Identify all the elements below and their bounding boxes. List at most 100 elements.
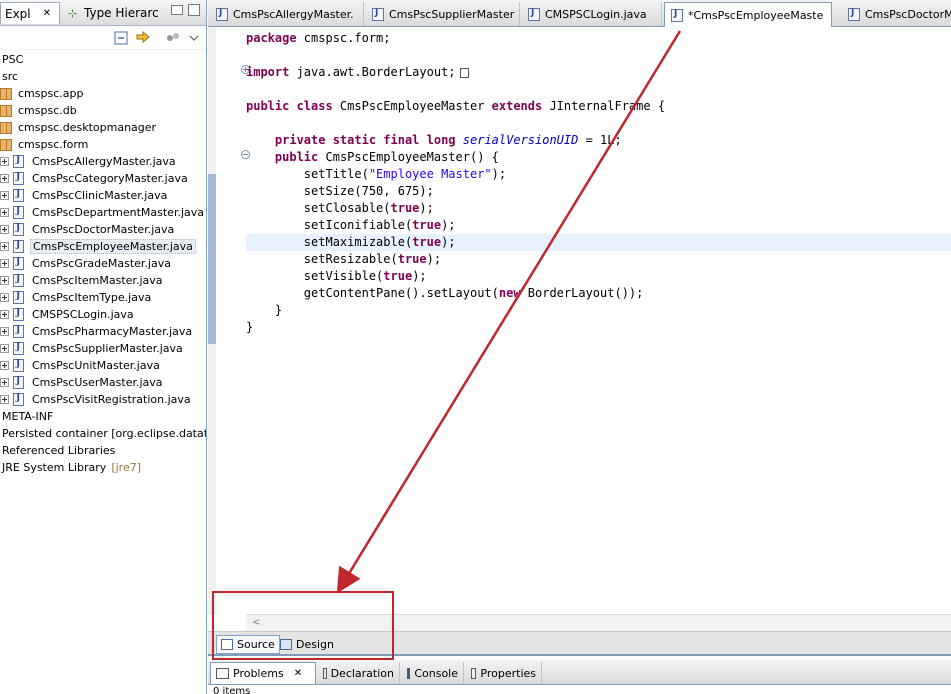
- expand-icon[interactable]: [0, 327, 9, 336]
- expand-icon[interactable]: [0, 174, 9, 183]
- tree-item-package[interactable]: cmspsc.form: [0, 136, 90, 153]
- tree-item-label: CmsPscEmployeeMaster.java: [30, 239, 196, 254]
- tree-item-label: CmsPscAllergyMaster.java: [32, 155, 176, 168]
- java-file-icon: [13, 359, 24, 372]
- java-form-icon: [848, 7, 860, 21]
- tree-item-package[interactable]: cmspsc.app: [0, 85, 85, 102]
- tree-item-package[interactable]: cmspsc.desktopmanager: [0, 119, 158, 136]
- expand-icon[interactable]: [0, 395, 9, 404]
- tab-console[interactable]: Console: [402, 662, 464, 684]
- minimize-icon[interactable]: [171, 5, 183, 15]
- java-form-icon: [528, 7, 540, 21]
- tree-item-jre-library[interactable]: JRE System Library [jre7]: [0, 459, 141, 476]
- tab-allergy-master[interactable]: CmsPscAllergyMaster.: [210, 2, 364, 26]
- tree-item-persisted-container[interactable]: Persisted container [org.eclipse.datatoo…: [0, 425, 206, 442]
- expand-icon[interactable]: [0, 361, 9, 370]
- code-line: setClosable(true);: [303, 201, 434, 215]
- bottom-views: Problems ✕ Declaration Console Properties…: [208, 660, 951, 694]
- tree-item-label: cmspsc.db: [18, 104, 77, 117]
- console-icon: [407, 667, 411, 679]
- tree-item-label: CmsPscItemMaster.java: [32, 274, 163, 287]
- expand-icon[interactable]: [0, 157, 9, 166]
- tab-problems[interactable]: Problems ✕: [210, 662, 316, 684]
- link-with-editor-icon[interactable]: [135, 30, 151, 46]
- tree-item-label: CmsPscPharmacyMaster.java: [32, 325, 193, 338]
- java-file-icon: [13, 376, 24, 389]
- tree-item-java-file[interactable]: CMSPSCLogin.java: [0, 306, 136, 323]
- tree-item-java-file[interactable]: CmsPscUnitMaster.java: [0, 357, 162, 374]
- close-icon[interactable]: ✕: [294, 668, 302, 679]
- code-line: setVisible(true);: [303, 269, 427, 283]
- tree-item-package[interactable]: cmspsc.db: [0, 102, 79, 119]
- expand-icon[interactable]: [0, 344, 9, 353]
- tree-item-referenced-libraries[interactable]: Referenced Libraries: [0, 442, 117, 459]
- tab-cmspsc-login[interactable]: CMSPSCLogin.java: [522, 2, 662, 26]
- hierarchy-icon: ⊹: [68, 7, 78, 20]
- tree-item-label: cmspsc.desktopmanager: [18, 121, 157, 134]
- tree-item-java-file[interactable]: CmsPscDoctorMaster.java: [0, 221, 176, 238]
- expand-icon[interactable]: [0, 242, 9, 251]
- java-file-icon: [13, 257, 24, 270]
- tab-doctor-master[interactable]: CmsPscDoctorMa: [842, 2, 951, 26]
- view-menu-filter-icon[interactable]: [165, 30, 181, 46]
- tree-item-java-file[interactable]: CmsPscClinicMaster.java: [0, 187, 169, 204]
- tab-type-hierarchy[interactable]: ⊹ Type Hierarc: [64, 2, 164, 24]
- code-line: }: [246, 320, 254, 334]
- tree-item-java-file[interactable]: CmsPscUserMaster.java: [0, 374, 165, 391]
- expand-icon[interactable]: [0, 293, 9, 302]
- tree-item-java-file[interactable]: CmsPscSupplierMaster.java: [0, 340, 185, 357]
- tree-item-java-file[interactable]: CmsPscAllergyMaster.java: [0, 153, 178, 170]
- tree-item-src[interactable]: src: [0, 68, 20, 85]
- tree-item-meta-inf[interactable]: META-INF: [0, 408, 55, 425]
- code-line: import java.awt.BorderLayout;: [246, 64, 951, 81]
- java-file-icon: [13, 206, 24, 219]
- tab-package-explorer[interactable]: Expl ✕: [0, 2, 60, 24]
- expand-icon[interactable]: [0, 378, 9, 387]
- tree-item-label: cmspsc.form: [18, 138, 89, 151]
- close-icon[interactable]: ✕: [43, 8, 51, 19]
- tab-declaration[interactable]: Declaration: [318, 662, 400, 684]
- expand-icon[interactable]: [0, 191, 9, 200]
- code-area[interactable]: package cmspsc.form; import java.awt.Bor…: [246, 30, 951, 336]
- code-line: private static final long serialVersionU…: [274, 133, 622, 147]
- expand-icon[interactable]: [0, 310, 9, 319]
- maximize-icon[interactable]: [188, 4, 200, 16]
- tree-item-java-file-selected[interactable]: CmsPscEmployeeMaster.java: [0, 238, 196, 255]
- java-file-icon: [13, 240, 24, 253]
- tree-item-java-file[interactable]: CmsPscPharmacyMaster.java: [0, 323, 194, 340]
- folded-imports-box[interactable]: [459, 67, 469, 78]
- code-line: setTitle("Employee Master");: [303, 167, 507, 181]
- java-file-icon: [13, 393, 24, 406]
- tab-label: Expl: [5, 6, 31, 21]
- tree-item-java-file[interactable]: CmsPscItemType.java: [0, 289, 153, 306]
- tab-supplier-master[interactable]: CmsPscSupplierMaster: [366, 2, 520, 26]
- bottom-view-tabs: Problems ✕ Declaration Console Properties: [208, 660, 951, 685]
- view-menu-chevron-icon[interactable]: [186, 30, 202, 46]
- tab-properties[interactable]: Properties: [466, 662, 542, 684]
- tree-item-project[interactable]: PSC: [0, 51, 25, 68]
- expand-icon[interactable]: [0, 259, 9, 268]
- tab-label: CmsPscSupplierMaster: [389, 7, 515, 21]
- tab-employee-master[interactable]: *CmsPscEmployeeMaste ✕: [664, 2, 832, 27]
- tree-item-java-file[interactable]: CmsPscItemMaster.java: [0, 272, 165, 289]
- tree-item-java-file[interactable]: CmsPscGradeMaster.java: [0, 255, 173, 272]
- close-icon[interactable]: ✕: [829, 10, 831, 21]
- tree-item-java-file[interactable]: CmsPscVisitRegistration.java: [0, 391, 193, 408]
- expand-icon[interactable]: [0, 225, 9, 234]
- left-view-toolbar: [0, 26, 206, 50]
- tree-item-label: PSC: [2, 53, 24, 66]
- package-icon: [0, 138, 12, 151]
- java-file-icon: [13, 155, 24, 168]
- tree-item-java-file[interactable]: CmsPscCategoryMaster.java: [0, 170, 190, 187]
- code-line: public CmsPscEmployeeMaster() {: [274, 150, 499, 164]
- code-line: public class CmsPscEmployeeMaster extend…: [246, 99, 666, 113]
- expand-icon[interactable]: [0, 276, 9, 285]
- collapse-all-icon[interactable]: [113, 30, 129, 46]
- left-view-tabs: Expl ✕ ⊹ Type Hierarc: [0, 0, 206, 26]
- tab-label: CmsPscAllergyMaster.: [233, 7, 354, 21]
- expand-icon[interactable]: [0, 208, 9, 217]
- problems-icon: [216, 668, 229, 679]
- tree-item-java-file[interactable]: CmsPscDepartmentMaster.java: [0, 204, 206, 221]
- overview-ruler[interactable]: [208, 27, 216, 615]
- package-explorer-pane: Expl ✕ ⊹ Type Hierarc PSC src cmspsc.app…: [0, 0, 207, 694]
